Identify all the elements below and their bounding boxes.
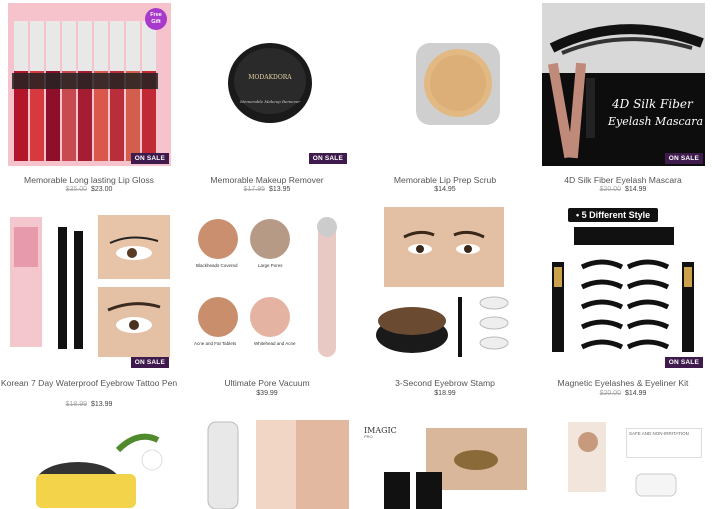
- original-price: $20.00: [599, 390, 622, 397]
- product-image-imagic-eyeshadow[interactable]: IMAGIC PRO: [364, 420, 527, 509]
- product-price: $17.95 $13.95: [178, 186, 356, 193]
- free-gift-badge: Free Gift: [145, 8, 167, 30]
- product-card-row3-3[interactable]: IMAGIC PRO: [356, 420, 534, 509]
- banner-line-2: Eyelash Mascara: [608, 115, 704, 128]
- product-image-device[interactable]: SAFE AND NON-IRRITATION: [542, 420, 705, 509]
- eyebrow-stamp-illustration: [376, 207, 509, 357]
- product-title[interactable]: Memorable Long lasting Lip Gloss: [0, 175, 178, 186]
- product-title[interactable]: Magnetic Eyelashes & Eyeliner Kit: [534, 378, 712, 389]
- jar-sub-text: Memorable Makeup Remover: [239, 99, 301, 104]
- magnetic-eyelashes-illustration: [552, 227, 694, 352]
- original-price: $17.95: [243, 186, 266, 193]
- product-image-lip-gloss[interactable]: Free Gift ON SALE: [8, 3, 171, 166]
- product-title[interactable]: 3-Second Eyebrow Stamp: [356, 378, 534, 389]
- on-sale-badge: ON SALE: [130, 357, 169, 368]
- product-price: $18.99: [356, 390, 534, 397]
- sale-price: $13.99: [90, 401, 113, 408]
- product-card-eyebrow-stamp[interactable]: 3-Second Eyebrow Stamp $18.99: [356, 207, 534, 412]
- product-card-row3-4[interactable]: SAFE AND NON-IRRITATION: [534, 420, 712, 509]
- product-price: $20.00 $14.99: [534, 390, 712, 397]
- product-card-eyebrow-pen[interactable]: ON SALE Korean 7 Day Waterproof Eyebrow …: [0, 207, 178, 412]
- product-image-soap[interactable]: [8, 420, 171, 509]
- product-image-skin-scrubber[interactable]: [186, 420, 349, 509]
- product-grid: Free Gift ON SALE Memorable Long lasting…: [0, 0, 712, 509]
- product-card-row3-1[interactable]: [0, 420, 178, 509]
- product-price: $20.00 $14.99: [534, 186, 712, 193]
- on-sale-badge: ON SALE: [308, 153, 347, 164]
- sale-price: $14.99: [624, 390, 647, 397]
- sale-price: $14.95: [434, 186, 456, 193]
- product-title[interactable]: 4D Silk Fiber Eyelash Mascara: [534, 175, 712, 186]
- on-sale-badge: ON SALE: [130, 153, 169, 164]
- jar-brand-text: MODAKDORA: [248, 74, 292, 81]
- product-image-makeup-remover[interactable]: MODAKDORA Memorable Makeup Remover ON SA…: [186, 3, 349, 166]
- on-sale-badge: ON SALE: [664, 153, 703, 164]
- product-card-lip-gloss[interactable]: Free Gift ON SALE Memorable Long lasting…: [0, 3, 178, 203]
- sale-price: $39.99: [256, 390, 278, 397]
- lip-gloss-illustration: [8, 3, 171, 166]
- product-price: $14.95: [356, 186, 534, 193]
- product-title[interactable]: Memorable Makeup Remover: [178, 175, 356, 186]
- pore-label-2: Large Pores: [258, 263, 283, 268]
- mascara-illustration: [542, 3, 705, 166]
- product-card-makeup-remover[interactable]: MODAKDORA Memorable Makeup Remover ON SA…: [178, 3, 356, 203]
- product-image-eyebrow-stamp[interactable]: [364, 207, 527, 370]
- eyebrow-pen-illustration: [10, 215, 170, 357]
- pore-label-1: Blackheads Covered: [196, 263, 238, 268]
- product-image-lip-scrub[interactable]: [364, 3, 527, 166]
- lip-scrub-jar-illustration: [416, 43, 500, 125]
- product-card-magnetic-eyelashes[interactable]: • 5 Different Style ON SALE Magnetic Eye…: [534, 207, 712, 412]
- product-image-eyebrow-pen[interactable]: ON SALE: [8, 207, 171, 370]
- product-price: $35.00 $23.00: [0, 186, 178, 193]
- product-card-mascara[interactable]: 4D Silk Fiber Eyelash Mascara ON SALE 4D…: [534, 3, 712, 203]
- soap-illustration: [36, 433, 163, 508]
- style-count-pill: • 5 Different Style: [568, 208, 659, 222]
- sale-price: $18.99: [434, 390, 456, 397]
- pore-label-3: Acne and Fat Tablets: [194, 341, 237, 346]
- makeup-remover-jar-illustration: MODAKDORA Memorable Makeup Remover: [228, 43, 312, 123]
- original-price: $18.99: [65, 401, 88, 408]
- product-title[interactable]: Memorable Lip Prep Scrub: [356, 175, 534, 186]
- sale-price: $13.95: [268, 186, 291, 193]
- pore-label-4: Whitehead and Acne: [254, 341, 296, 346]
- product-title[interactable]: Korean 7 Day Waterproof Eyebrow Tattoo P…: [0, 378, 178, 389]
- sale-price: $23.00: [90, 186, 113, 193]
- sale-price: $14.99: [624, 186, 647, 193]
- info-note: SAFE AND NON-IRRITATION: [626, 428, 702, 458]
- product-price: $39.99: [178, 390, 356, 397]
- original-price: $35.00: [65, 186, 88, 193]
- product-card-row3-2[interactable]: [178, 420, 356, 509]
- product-card-pore-vacuum[interactable]: Blackheads Covered Large Pores Acne and …: [178, 207, 356, 412]
- brand-sub: PRO: [364, 434, 373, 439]
- product-image-mascara[interactable]: 4D Silk Fiber Eyelash Mascara ON SALE: [542, 3, 705, 166]
- product-image-magnetic-eyelashes[interactable]: • 5 Different Style ON SALE: [542, 207, 705, 370]
- product-title[interactable]: Ultimate Pore Vacuum: [178, 378, 356, 389]
- product-price: $18.99 $13.99: [0, 401, 178, 408]
- on-sale-badge: ON SALE: [664, 357, 703, 368]
- product-image-pore-vacuum[interactable]: Blackheads Covered Large Pores Acne and …: [186, 207, 349, 370]
- original-price: $20.00: [599, 186, 622, 193]
- skin-scrubber-illustration: [207, 420, 349, 509]
- banner-line-1: 4D Silk Fiber: [612, 97, 693, 111]
- product-card-lip-scrub[interactable]: Memorable Lip Prep Scrub $14.95: [356, 3, 534, 203]
